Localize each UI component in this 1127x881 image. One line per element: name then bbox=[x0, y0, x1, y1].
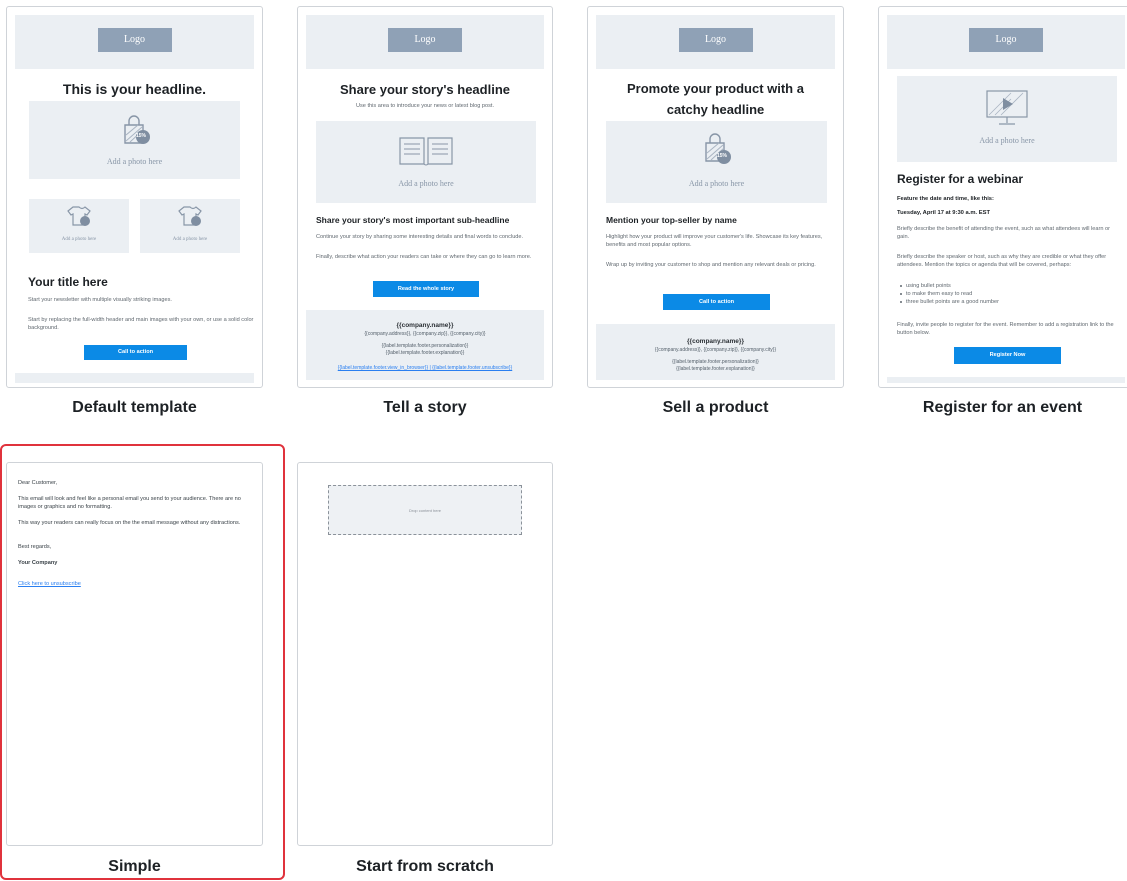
template-card-tell-a-story[interactable]: Logo Share your story's headline Use thi… bbox=[297, 6, 553, 419]
open-book-icon bbox=[399, 137, 453, 166]
logo-placeholder: Logo bbox=[388, 28, 462, 52]
footer-personalization: {{label.template.footer.personalization}… bbox=[672, 359, 759, 365]
photo-label: Add a photo here bbox=[398, 179, 454, 188]
body-text: This email will look and feel like a per… bbox=[18, 496, 241, 510]
bullet-dot bbox=[900, 293, 902, 295]
sub-headline: Share your story's most important sub-he… bbox=[316, 215, 510, 225]
template-title: Register for an event bbox=[922, 399, 1083, 416]
read-story-button: Read the whole story bbox=[373, 281, 479, 297]
intro-text: Use this area to introduce your news or … bbox=[355, 103, 495, 109]
photo-label: Add a photo here bbox=[172, 237, 208, 242]
footer-personalization: {{label.template.footer.personalization}… bbox=[381, 343, 469, 349]
template-card-default[interactable]: Logo This is your headline. 15% Add a ph… bbox=[6, 6, 263, 419]
template-preview-simple[interactable]: Dear Customer, This email will look and … bbox=[6, 462, 263, 846]
body-text: Start your newsletter with multiple visu… bbox=[28, 297, 172, 303]
company-name: {{company.name}} bbox=[687, 338, 744, 345]
headline: This is your headline. bbox=[62, 81, 207, 97]
bullet-item: using bullet points bbox=[906, 283, 951, 289]
footer-explanation: {{label.template.footer.explanation}} bbox=[676, 366, 755, 372]
body-text: Finally, invite people to register for t… bbox=[897, 322, 1114, 336]
photo-label: Add a photo here bbox=[688, 179, 745, 188]
footer-band bbox=[887, 377, 1125, 383]
video-monitor-icon bbox=[986, 90, 1028, 125]
header-band: Logo bbox=[887, 15, 1125, 69]
footer-band bbox=[15, 373, 254, 383]
body-text: Highlight how your product will improve … bbox=[606, 234, 823, 248]
greeting: Dear Customer, bbox=[18, 480, 58, 486]
body-text: Finally, describe what action your reade… bbox=[316, 254, 532, 260]
company-address: {{company.address}}, {{company.zip}}, {{… bbox=[364, 331, 486, 337]
header-band: Logo bbox=[306, 15, 544, 69]
company-signature: Your Company bbox=[18, 560, 58, 566]
template-card-start-from-scratch[interactable]: Drop content here Start from scratch bbox=[297, 462, 553, 876]
template-preview-default[interactable]: Logo This is your headline. 15% Add a ph… bbox=[6, 6, 263, 388]
template-card-simple[interactable]: Dear Customer, This email will look and … bbox=[0, 444, 285, 881]
body-text: This way your readers can really focus o… bbox=[18, 520, 241, 526]
register-now-button: Register Now bbox=[954, 347, 1061, 364]
shopping-bag-icon bbox=[124, 115, 150, 144]
headline: Register for a webinar bbox=[897, 172, 1024, 186]
discount-badge: 15% bbox=[136, 133, 147, 139]
template-card-register-event[interactable]: Logo Add a photo here Register for a web… bbox=[878, 6, 1127, 419]
closing: Best regards, bbox=[18, 544, 52, 550]
logo-placeholder: Logo bbox=[678, 28, 753, 52]
photo-label: Add a photo here bbox=[61, 237, 97, 242]
bullet-dot bbox=[900, 301, 902, 303]
photo-placeholder: 15% Add a photo here bbox=[29, 101, 240, 179]
sub-headline: Mention your top-seller by name bbox=[606, 215, 737, 225]
headline: Promote your product with a catchy headl… bbox=[627, 81, 804, 117]
tshirt-icon bbox=[178, 206, 202, 226]
template-title: Simple bbox=[108, 858, 161, 875]
drop-zone: Drop content here bbox=[328, 485, 522, 535]
template-title: Sell a product bbox=[662, 399, 769, 416]
photo-label: Add a photo here bbox=[106, 157, 163, 166]
event-date: Tuesday, April 17 at 9:30 a.m. EST bbox=[897, 210, 990, 216]
body-text: Briefly describe the benefit of attendin… bbox=[897, 226, 1110, 240]
template-preview-sell-a-product[interactable]: Logo Promote your product with a catchy … bbox=[587, 6, 844, 388]
body-text: Briefly describe the speaker or host, su… bbox=[897, 254, 1107, 268]
body-text: Wrap up by inviting your customer to sho… bbox=[606, 262, 816, 268]
feature-line: Feature the date and time, like this: bbox=[897, 196, 994, 202]
photo-placeholder: 15% Add a photo here bbox=[606, 121, 827, 203]
footer-explanation: {{label.template.footer.explanation}} bbox=[385, 350, 465, 356]
headline: Share your story's headline bbox=[340, 82, 510, 97]
body-text: Continue your story by sharing some inte… bbox=[316, 234, 524, 240]
footer-band: {{company.name}} {{company.address}}, {{… bbox=[306, 310, 544, 380]
bullet-dot bbox=[900, 285, 902, 287]
tshirt-icon bbox=[67, 206, 91, 226]
body-text: Start by replacing the full-width header… bbox=[28, 317, 254, 331]
bullet-item: three bullet points are a good number bbox=[906, 299, 999, 305]
footer-links: {{label.template.footer.view_in_browser}… bbox=[337, 365, 513, 371]
unsubscribe-link: Click here to unsubscribe bbox=[18, 581, 81, 587]
photo-label: Add a photo here bbox=[979, 136, 1035, 145]
logo-placeholder: Logo bbox=[969, 28, 1043, 52]
bullet-item: to make them easy to read bbox=[906, 291, 973, 297]
template-preview-register-event[interactable]: Logo Add a photo here Register for a web… bbox=[878, 6, 1127, 388]
template-preview-blank[interactable]: Drop content here bbox=[297, 462, 553, 846]
discount-badge: 15% bbox=[717, 153, 728, 159]
photo-placeholder: Add a photo here bbox=[316, 121, 536, 203]
company-name: {{company.name}} bbox=[396, 322, 454, 329]
logo-placeholder: Logo bbox=[97, 28, 172, 52]
small-photo-placeholder-left: Add a photo here bbox=[29, 199, 129, 253]
section-title: Your title here bbox=[28, 275, 108, 289]
call-to-action-button: Call to action bbox=[84, 345, 187, 360]
template-title: Start from scratch bbox=[356, 858, 494, 875]
call-to-action-button: Call to action bbox=[663, 294, 770, 310]
small-photo-placeholder-right: Add a photo here bbox=[140, 199, 240, 253]
shopping-bag-icon bbox=[705, 133, 731, 164]
template-card-sell-a-product[interactable]: Logo Promote your product with a catchy … bbox=[587, 6, 844, 419]
header-band: Logo bbox=[15, 15, 254, 69]
company-address: {{company.address}}, {{company.zip}}, {{… bbox=[654, 347, 777, 353]
template-title: Tell a story bbox=[383, 399, 467, 416]
photo-placeholder: Add a photo here bbox=[897, 76, 1117, 162]
footer-band: {{company.name}} {{company.address}}, {{… bbox=[596, 324, 835, 380]
header-band: Logo bbox=[596, 15, 835, 69]
template-title: Default template bbox=[72, 399, 197, 416]
template-preview-tell-a-story[interactable]: Logo Share your story's headline Use thi… bbox=[297, 6, 553, 388]
